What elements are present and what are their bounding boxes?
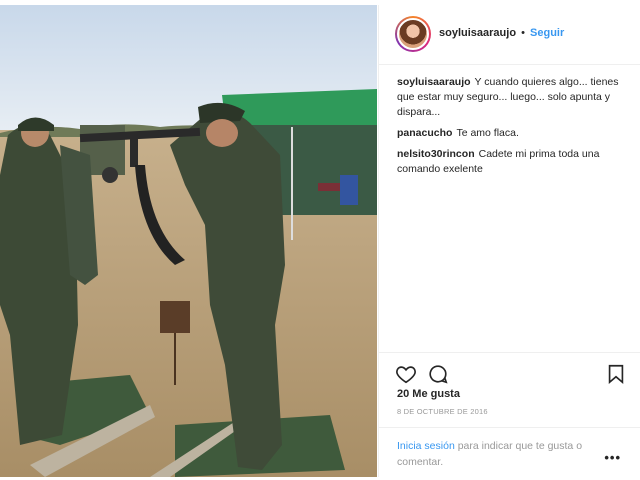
post-sidebar: soyluisaaraujo • Seguir soyluisaaraujo Y … [378,5,640,477]
follow-button[interactable]: Seguir [530,27,564,39]
comment-list: soyluisaaraujo Y cuando quieres algo... t… [397,75,629,183]
avatar-story-ring[interactable] [395,16,431,52]
comment-item: soyluisaaraujo Y cuando quieres algo... t… [397,75,629,120]
action-bar [379,352,640,388]
heart-icon[interactable] [395,363,417,385]
header-separator: • [521,27,525,39]
comment-icon[interactable] [427,363,449,385]
comment-item: panacucho Te amo flaca. [397,126,629,141]
more-options-icon[interactable]: ••• [604,450,621,465]
like-count[interactable]: 20 Me gusta [397,388,460,400]
login-prompt: Inicia sesión para indicar que te gusta … [397,438,607,470]
login-link[interactable]: Inicia sesión [397,440,455,452]
post-date: 8 DE OCTUBRE DE 2016 [397,407,488,416]
header-user-line: soyluisaaraujo • Seguir [439,27,564,39]
comment-item: nelsito30rincon Cadete mi prima toda una … [397,147,629,177]
avatar[interactable] [397,18,429,50]
header-username[interactable]: soyluisaaraujo [439,27,516,39]
post-header: soyluisaaraujo • Seguir [379,5,640,65]
post-footer: Inicia sesión para indicar que te gusta … [379,427,640,477]
bookmark-icon[interactable] [605,363,627,385]
comment-username[interactable]: panacucho [397,127,452,139]
comment-text: Te amo flaca. [456,127,519,139]
comment-username[interactable]: soyluisaaraujo [397,76,471,88]
post-photo[interactable] [0,5,377,477]
photo-scene [0,5,377,477]
comment-username[interactable]: nelsito30rincon [397,148,475,160]
